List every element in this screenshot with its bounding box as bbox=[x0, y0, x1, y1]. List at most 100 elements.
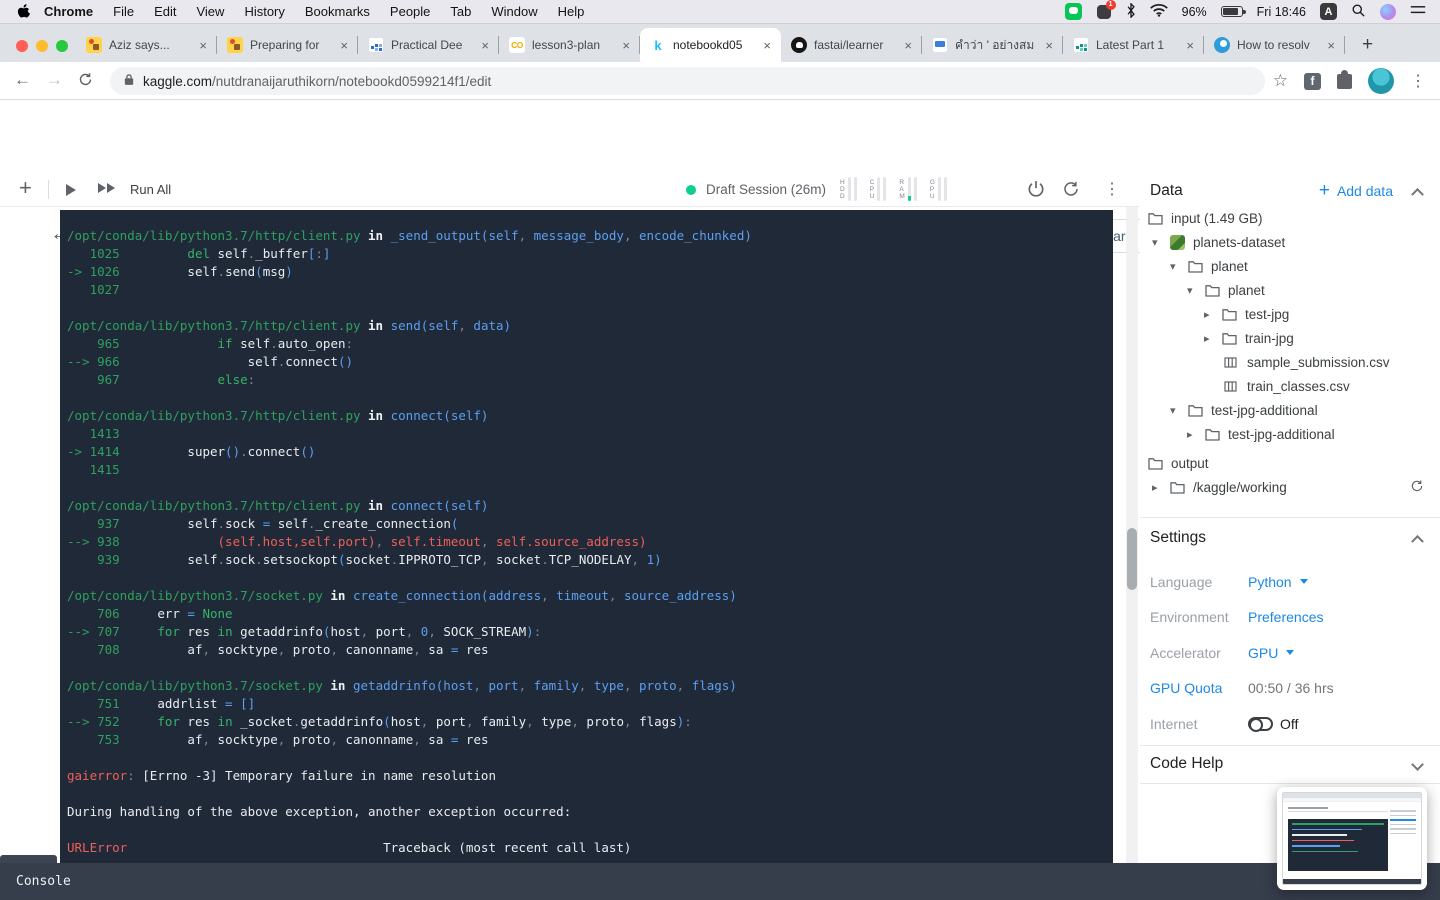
back-button[interactable]: ← bbox=[14, 70, 31, 90]
accelerator-dropdown[interactable]: GPU bbox=[1248, 645, 1295, 661]
spotlight-icon[interactable] bbox=[1351, 3, 1366, 21]
caret-down-icon[interactable]: ▾ bbox=[1187, 284, 1205, 297]
run-all-button[interactable]: Run All bbox=[130, 182, 171, 197]
battery-icon[interactable] bbox=[1220, 6, 1246, 17]
caret-right-icon[interactable]: ▸ bbox=[1152, 481, 1170, 494]
bluetooth-icon[interactable] bbox=[1126, 1, 1136, 21]
close-window-button[interactable] bbox=[16, 40, 28, 52]
menubar-clock[interactable]: Fri 18:46 bbox=[1257, 5, 1306, 19]
caret-right-icon[interactable]: ▸ bbox=[1204, 308, 1222, 321]
browser-tab-6[interactable]: คำว่า ' อย่างสม × bbox=[922, 28, 1063, 62]
control-center-icon[interactable] bbox=[1410, 4, 1426, 19]
window-controls[interactable] bbox=[16, 40, 68, 52]
fullscreen-window-button[interactable] bbox=[56, 40, 68, 52]
address-bar[interactable]: kaggle.com/nutdranaijaruthikorn/notebook… bbox=[110, 67, 1265, 95]
tree-item-planets-dataset[interactable]: ▾ planets-dataset bbox=[1140, 230, 1440, 254]
caret-down-icon[interactable]: ▾ bbox=[1152, 236, 1170, 249]
tab-close-icon[interactable]: × bbox=[620, 38, 632, 53]
profile-avatar[interactable] bbox=[1368, 68, 1394, 94]
tree-item-output[interactable]: output bbox=[1140, 451, 1440, 475]
browser-tab-8[interactable]: How to resolv × bbox=[1204, 28, 1345, 62]
table-icon bbox=[1224, 356, 1241, 369]
menubar-item-help[interactable]: Help bbox=[548, 4, 595, 19]
power-off-icon[interactable] bbox=[1026, 179, 1046, 204]
bookmark-star-icon[interactable]: ☆ bbox=[1273, 71, 1288, 91]
session-status[interactable]: Draft Session (26m) bbox=[686, 182, 826, 197]
line-app-icon[interactable] bbox=[1064, 3, 1082, 20]
reload-button[interactable] bbox=[78, 72, 93, 92]
preferences-link[interactable]: Preferences bbox=[1248, 609, 1323, 625]
extensions-puzzle-icon[interactable] bbox=[1337, 69, 1352, 89]
tree-item-sample-submission-csv[interactable]: sample_submission.csv bbox=[1140, 350, 1440, 374]
code-help-expand-chevron-icon[interactable] bbox=[1411, 757, 1424, 771]
browser-tab-3[interactable]: CO lesson3-plan × bbox=[499, 28, 640, 62]
tree-item-train-classes-csv[interactable]: train_classes.csv bbox=[1140, 374, 1440, 398]
language-dropdown[interactable]: Python bbox=[1248, 574, 1308, 590]
add-cell-button[interactable]: + bbox=[19, 175, 32, 201]
input-source-icon[interactable]: A bbox=[1320, 3, 1337, 20]
refresh-working-dir-icon[interactable] bbox=[1410, 479, 1424, 496]
tab-close-icon[interactable]: × bbox=[1184, 38, 1196, 53]
run-all-icon[interactable] bbox=[98, 183, 115, 193]
apple-menu-icon[interactable] bbox=[12, 4, 34, 19]
toolbar-more-icon[interactable]: ⋮ bbox=[1104, 179, 1120, 199]
browser-tab-4[interactable]: k notebookd05 × bbox=[640, 28, 781, 62]
tab-close-icon[interactable]: × bbox=[902, 38, 914, 53]
setting-label[interactable]: GPU Quota bbox=[1150, 680, 1248, 696]
tab-close-icon[interactable]: × bbox=[1325, 38, 1337, 53]
menubar-item-window[interactable]: Window bbox=[481, 4, 547, 19]
settings-collapse-chevron-icon[interactable] bbox=[1411, 534, 1424, 548]
browser-tab-0[interactable]: Aziz says... × bbox=[76, 28, 217, 62]
tree-item-planet[interactable]: ▾ planet bbox=[1140, 254, 1440, 278]
forward-button[interactable]: → bbox=[46, 70, 63, 90]
tree-item-train-jpg[interactable]: ▸ train-jpg bbox=[1140, 326, 1440, 350]
wifi-icon[interactable] bbox=[1149, 3, 1168, 20]
browser-tab-7[interactable]: Latest Part 1 × bbox=[1063, 28, 1204, 62]
chrome-menu-icon[interactable]: ⋮ bbox=[1410, 71, 1426, 91]
tree-item-planet[interactable]: ▾ planet bbox=[1140, 278, 1440, 302]
tab-close-icon[interactable]: × bbox=[197, 38, 209, 53]
menubar-item-bookmarks[interactable]: Bookmarks bbox=[295, 4, 380, 19]
menubar-item-view[interactable]: View bbox=[186, 4, 234, 19]
menubar-item-edit[interactable]: Edit bbox=[144, 4, 186, 19]
browser-tab-2[interactable]: Practical Dee × bbox=[358, 28, 499, 62]
new-tab-button[interactable]: + bbox=[1362, 34, 1373, 56]
console-output[interactable]: /opt/conda/lib/python3.7/http/client.py … bbox=[60, 210, 1113, 863]
tree-item-test-jpg-additional[interactable]: ▾ test-jpg-additional bbox=[1140, 398, 1440, 422]
tree-item-test-jpg-additional[interactable]: ▸ test-jpg-additional bbox=[1140, 422, 1440, 446]
browser-tab-1[interactable]: Preparing for × bbox=[217, 28, 358, 62]
notification-app-icon[interactable]: 1 bbox=[1096, 0, 1116, 20]
add-data-button[interactable]: + Add data bbox=[1319, 180, 1393, 202]
menubar-item-tab[interactable]: Tab bbox=[440, 4, 481, 19]
tree-item--kaggle-working[interactable]: ▸ /kaggle/working bbox=[1140, 475, 1440, 499]
tab-close-icon[interactable]: × bbox=[338, 38, 350, 53]
internet-toggle[interactable] bbox=[1248, 716, 1273, 732]
menubar-item-file[interactable]: File bbox=[103, 4, 144, 19]
lock-icon[interactable] bbox=[124, 73, 134, 89]
tab-close-icon[interactable]: × bbox=[761, 38, 773, 53]
tree-item-test-jpg[interactable]: ▸ test-jpg bbox=[1140, 302, 1440, 326]
tree-item-input-1-49-gb-[interactable]: input (1.49 GB) bbox=[1140, 206, 1440, 230]
caret-right-icon[interactable]: ▸ bbox=[1204, 332, 1222, 345]
menubar-item-people[interactable]: People bbox=[380, 4, 440, 19]
data-collapse-chevron-icon[interactable] bbox=[1411, 187, 1424, 201]
run-cell-button[interactable] bbox=[66, 183, 76, 201]
menubar-item-history[interactable]: History bbox=[234, 4, 294, 19]
tab-close-icon[interactable]: × bbox=[1043, 38, 1055, 53]
siri-icon[interactable] bbox=[1380, 3, 1396, 20]
minimize-window-button[interactable] bbox=[36, 40, 48, 52]
tab-close-icon[interactable]: × bbox=[479, 38, 491, 53]
restart-session-icon[interactable] bbox=[1062, 180, 1080, 203]
caret-down-icon[interactable]: ▾ bbox=[1170, 260, 1188, 273]
facebook-extension-icon[interactable]: f bbox=[1304, 72, 1321, 90]
scrollbar-thumb[interactable] bbox=[1127, 528, 1137, 590]
notebook-scrollbar[interactable] bbox=[1126, 207, 1138, 863]
caret-down-icon[interactable]: ▾ bbox=[1170, 404, 1188, 417]
active-app-name[interactable]: Chrome bbox=[34, 4, 103, 19]
screenshot-preview[interactable] bbox=[1277, 787, 1427, 890]
tab-title: Aziz says... bbox=[109, 38, 170, 52]
console-bar[interactable]: Console bbox=[0, 863, 1440, 900]
data-panel-title: Data bbox=[1150, 182, 1183, 199]
browser-tab-5[interactable]: fastai/learner × bbox=[781, 28, 922, 62]
caret-right-icon[interactable]: ▸ bbox=[1187, 428, 1205, 441]
